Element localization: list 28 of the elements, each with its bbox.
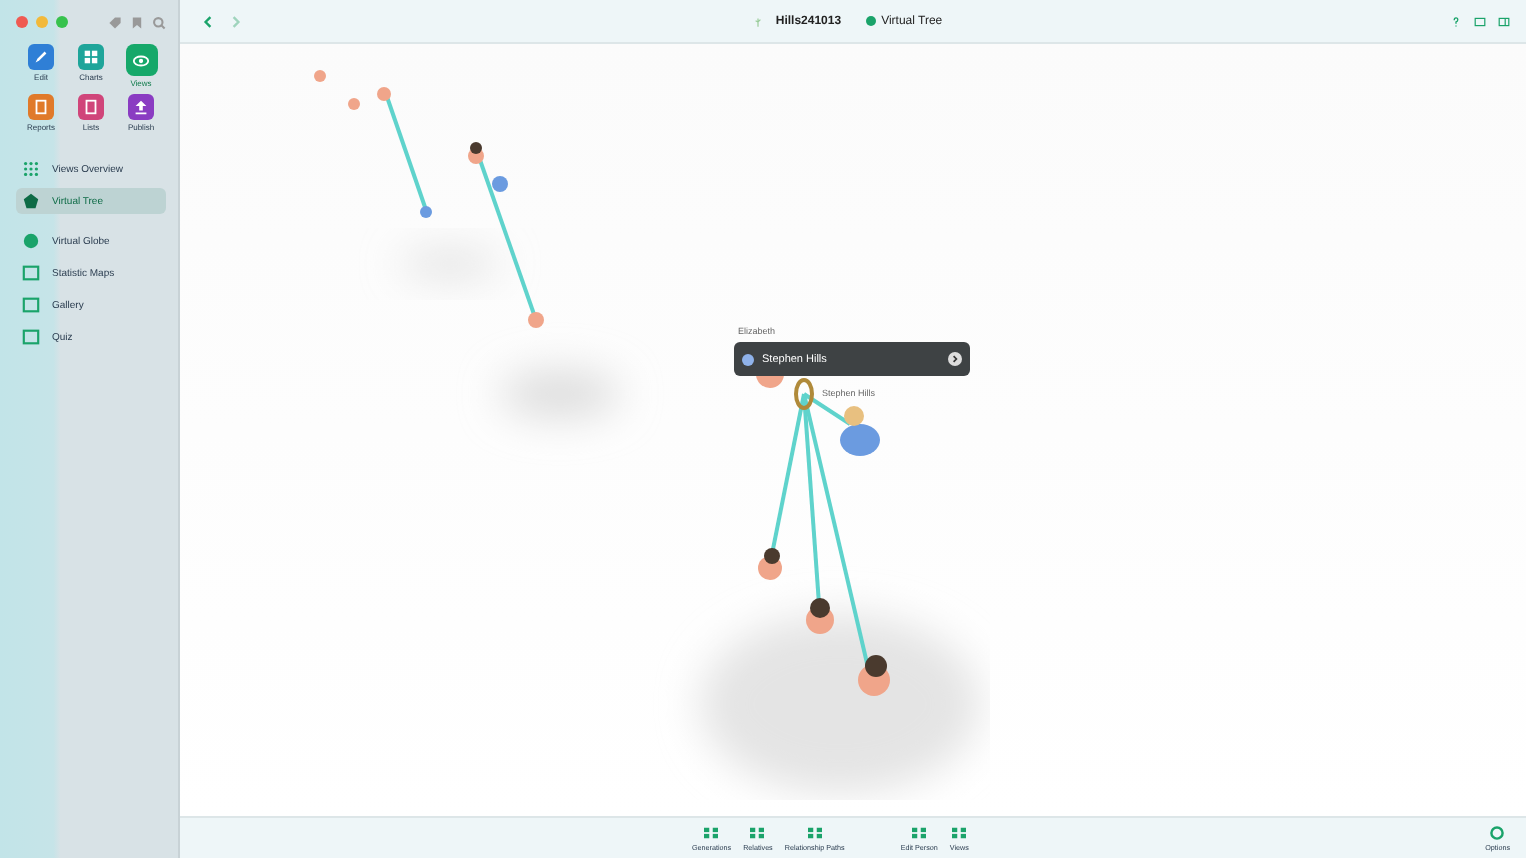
upload-icon bbox=[132, 98, 150, 116]
person-icon bbox=[742, 353, 754, 365]
close-button[interactable] bbox=[16, 16, 28, 28]
zoom-button[interactable] bbox=[56, 16, 68, 28]
help-icon[interactable] bbox=[1450, 15, 1462, 27]
bookmark-icon[interactable] bbox=[130, 15, 144, 29]
pentagon-icon bbox=[22, 192, 40, 210]
doc-icon bbox=[32, 98, 50, 116]
circle-icon bbox=[1488, 825, 1507, 839]
dot-grid-icon bbox=[22, 160, 40, 178]
grid-icon bbox=[82, 48, 100, 66]
window-icon[interactable] bbox=[1474, 15, 1486, 27]
grid-icon bbox=[910, 825, 929, 839]
grid-icon bbox=[702, 825, 721, 839]
grid-icon bbox=[950, 825, 969, 839]
minimize-button[interactable] bbox=[36, 16, 48, 28]
view-icon bbox=[865, 16, 876, 26]
tag-icon[interactable] bbox=[108, 15, 122, 29]
sidebar-icon[interactable] bbox=[1498, 15, 1510, 27]
back-icon[interactable] bbox=[200, 13, 216, 29]
doc-icon bbox=[82, 98, 100, 116]
grid-icon bbox=[748, 825, 767, 839]
search-icon[interactable] bbox=[152, 15, 166, 29]
grid-icon bbox=[805, 825, 824, 839]
chevron-icon[interactable] bbox=[948, 352, 962, 366]
eye-icon bbox=[132, 51, 150, 69]
forward-icon[interactable] bbox=[228, 13, 244, 29]
pencil-icon bbox=[32, 48, 50, 66]
